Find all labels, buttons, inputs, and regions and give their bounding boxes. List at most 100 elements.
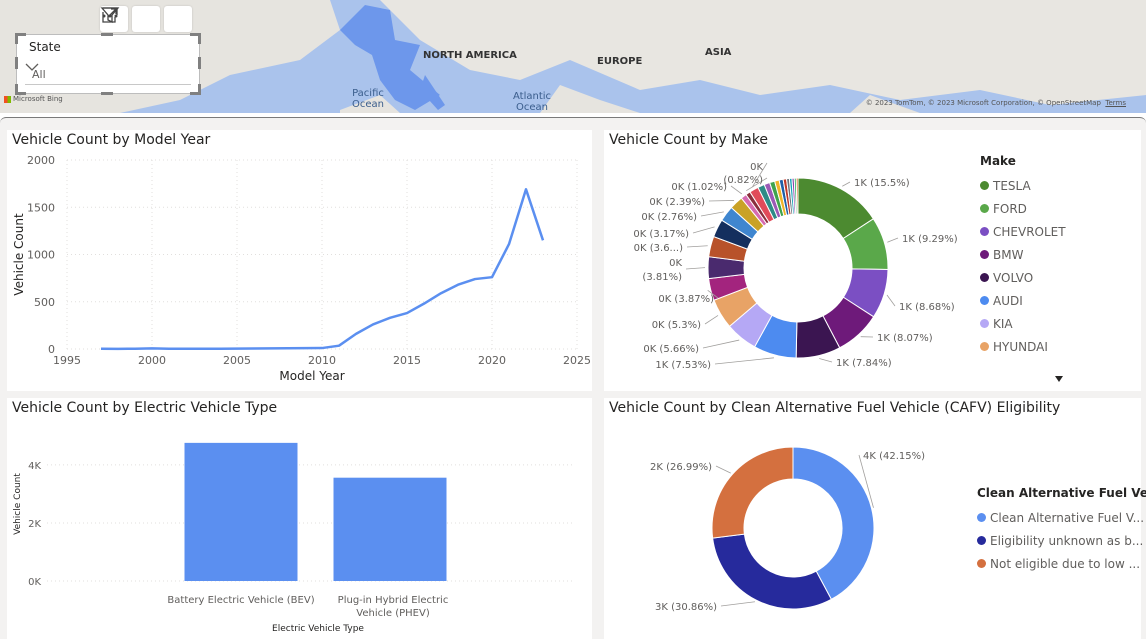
x-axis-title: Electric Vehicle Type xyxy=(272,624,364,634)
data-label: 0K (5.3%) xyxy=(652,320,701,331)
legend-marker xyxy=(980,319,989,328)
leader-line xyxy=(686,268,705,269)
legend-item[interactable]: HYUNDAI xyxy=(980,335,1066,358)
slicer-title: State xyxy=(29,40,61,54)
y-tick-label: 500 xyxy=(34,296,55,309)
data-label: 4K (42.15%) xyxy=(863,451,925,462)
data-label: 3K (30.86%) xyxy=(655,602,717,613)
legend-label: AUDI xyxy=(993,294,1023,308)
legend-marker xyxy=(977,559,986,568)
bar xyxy=(185,443,298,581)
make-legend: Make TESLAFORDCHEVROLETBMWVOLVOAUDIKIAHY… xyxy=(980,154,1066,358)
legend-label: CHEVROLET xyxy=(993,225,1066,239)
x-tick-label: Battery Electric Vehicle (BEV) xyxy=(167,595,314,606)
data-label: 0K (5.66%) xyxy=(643,344,699,355)
model-year-chart[interactable]: Vehicle Count by Model Year 050010001500… xyxy=(7,130,592,391)
legend-label: Not eligible due to low ... xyxy=(990,557,1140,571)
legend-label: HYUNDAI xyxy=(993,340,1048,354)
y-axis-title: Vehicle Count xyxy=(13,473,23,535)
legend-item[interactable]: FORD xyxy=(980,197,1066,220)
data-label: (0.82%) xyxy=(723,175,763,186)
make-chart[interactable]: Vehicle Count by Make 1K (15.5%)1K (9.29… xyxy=(604,130,1141,391)
bing-attribution: Microsoft Bing xyxy=(4,95,63,103)
resize-handle[interactable] xyxy=(190,33,201,44)
resize-handle[interactable] xyxy=(101,33,113,36)
legend-item[interactable]: KIA xyxy=(980,312,1066,335)
leader-line xyxy=(705,315,718,324)
legend-item[interactable]: AUDI xyxy=(980,289,1066,312)
map-label-asia: ASIA xyxy=(705,47,731,58)
leader-line xyxy=(887,295,895,306)
map-visual[interactable]: NORTH AMERICA EUROPE ASIA Pacific Ocean … xyxy=(0,0,1146,113)
bing-logo-icon xyxy=(4,96,11,103)
y-tick-label: 1000 xyxy=(27,249,55,262)
x-tick-label: 2015 xyxy=(393,354,421,367)
legend-label: VOLVO xyxy=(993,271,1033,285)
legend-label: BMW xyxy=(993,248,1023,262)
data-label: 0K (3.87%) xyxy=(658,294,714,305)
y-tick-label: 4K xyxy=(28,461,41,472)
resize-handle[interactable] xyxy=(15,33,26,44)
report-canvas: Vehicle Count by Model Year 050010001500… xyxy=(0,117,1146,639)
line-chart-svg: 0500100015002000199520002005201020152020… xyxy=(7,130,592,391)
legend-item[interactable]: Clean Alternative Fuel V... xyxy=(977,506,1146,529)
legend-marker xyxy=(980,250,989,259)
leader-line xyxy=(819,359,832,362)
donut-slice xyxy=(796,178,798,214)
legend-item[interactable]: CHEVROLET xyxy=(980,220,1066,243)
leader-line xyxy=(687,246,708,247)
x-tick-label: 2010 xyxy=(308,354,336,367)
data-label: 0K xyxy=(669,258,682,269)
x-tick-label: 2000 xyxy=(138,354,166,367)
cafv-legend: Clean Alternative Fuel Ve... Clean Alter… xyxy=(977,486,1146,575)
legend-item[interactable]: Eligibility unknown as b... xyxy=(977,529,1146,552)
state-dropdown[interactable]: All xyxy=(25,62,191,85)
legend-item[interactable]: TESLA xyxy=(980,174,1066,197)
leader-line xyxy=(731,186,742,194)
legend-marker xyxy=(977,513,986,522)
resize-handle[interactable] xyxy=(15,84,26,95)
legend-marker xyxy=(980,296,989,305)
leader-line xyxy=(716,466,731,473)
ev-type-chart[interactable]: Vehicle Count by Electric Vehicle Type 0… xyxy=(7,398,592,639)
map-label-north-america: NORTH AMERICA xyxy=(423,50,517,61)
y-tick-label: 2K xyxy=(28,519,41,530)
x-tick-label: Vehicle (PHEV) xyxy=(356,608,430,619)
chevron-down-icon xyxy=(25,62,39,72)
resize-handle[interactable] xyxy=(15,57,18,69)
focus-mode-icon[interactable] xyxy=(132,6,160,32)
legend-marker xyxy=(980,227,989,236)
resize-handle[interactable] xyxy=(198,57,201,69)
legend-scroll-down-icon[interactable] xyxy=(1055,376,1063,382)
leader-line xyxy=(887,238,898,242)
cafv-chart[interactable]: Vehicle Count by Clean Alternative Fuel … xyxy=(604,398,1141,639)
leader-line xyxy=(842,182,850,186)
legend-marker xyxy=(977,536,986,545)
bar-chart-svg: 0K2K4KBattery Electric Vehicle (BEV)Plug… xyxy=(7,398,592,639)
visual-header xyxy=(100,6,192,32)
bar xyxy=(334,478,447,581)
x-axis-title: Model Year xyxy=(279,369,344,383)
leader-line xyxy=(709,200,734,201)
data-label: 1K (8.68%) xyxy=(899,302,955,313)
legend-item[interactable]: VOLVO xyxy=(980,266,1066,289)
data-label: 2K (26.99%) xyxy=(650,462,712,473)
resize-handle[interactable] xyxy=(190,84,201,95)
resize-handle[interactable] xyxy=(101,92,113,95)
data-label: 1K (7.84%) xyxy=(836,358,892,369)
leader-line xyxy=(715,358,774,364)
y-tick-label: 1500 xyxy=(27,201,55,214)
bing-provider-text: Microsoft Bing xyxy=(13,95,63,103)
more-options-icon[interactable] xyxy=(164,6,192,32)
legend-item[interactable]: Not eligible due to low ... xyxy=(977,552,1146,575)
data-label: (3.81%) xyxy=(642,272,682,283)
legend-item[interactable]: BMW xyxy=(980,243,1066,266)
map-terms-link[interactable]: Terms xyxy=(1105,99,1126,107)
y-tick-label: 0K xyxy=(28,577,41,588)
state-slicer[interactable]: State All xyxy=(16,34,200,94)
map-label-atlantic: Atlantic Ocean xyxy=(510,91,554,113)
map-label-pacific: Pacific Ocean xyxy=(348,88,388,110)
leader-line xyxy=(721,602,755,606)
legend-label: Clean Alternative Fuel V... xyxy=(990,511,1144,525)
map-copyright: © 2023 TomTom, © 2023 Microsoft Corporat… xyxy=(866,99,1126,107)
